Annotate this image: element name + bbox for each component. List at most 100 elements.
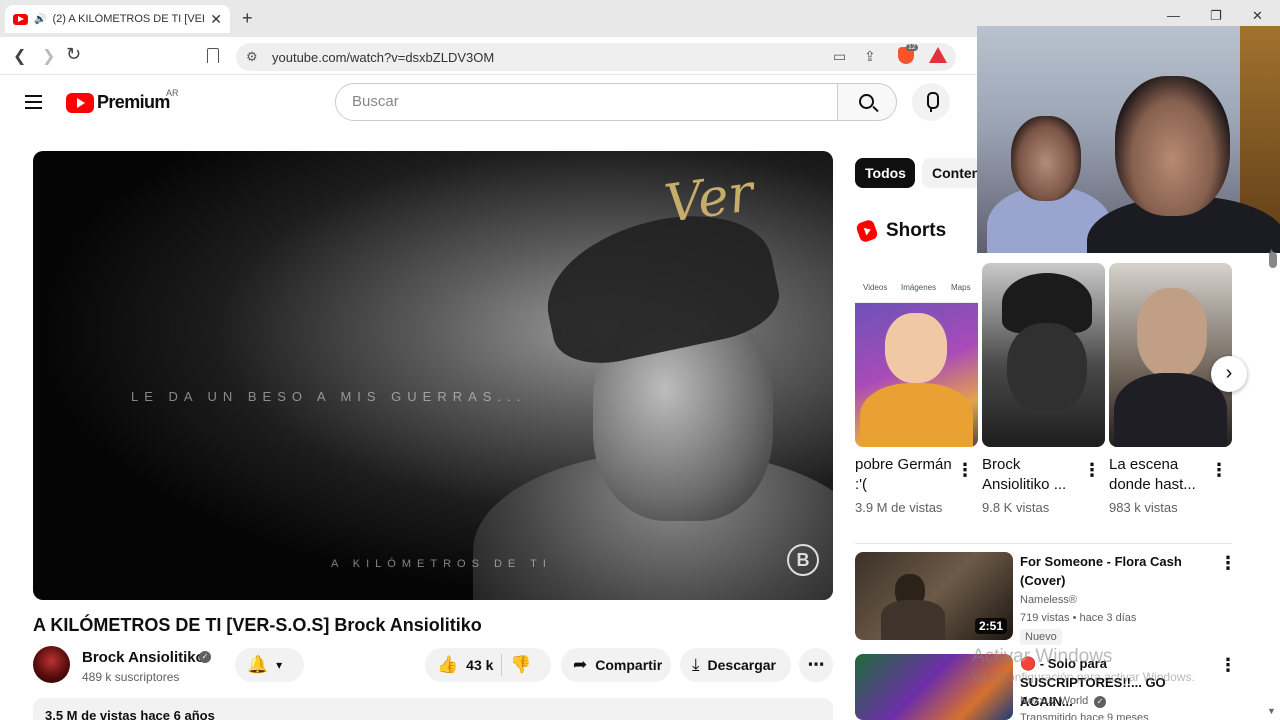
thumb-tab-images: Imágenes xyxy=(901,283,937,292)
short-face xyxy=(885,313,947,383)
scrollbar-thumb[interactable] xyxy=(1269,252,1277,268)
share-icon: ➦ xyxy=(573,655,588,674)
minimize-icon[interactable]: — xyxy=(1167,8,1180,23)
dislike-icon[interactable]: 👎 xyxy=(510,655,531,675)
more-vert-icon[interactable]: ⋮ xyxy=(1210,460,1228,481)
channel-name[interactable]: Brock Ansiolitiko xyxy=(82,649,205,666)
reload-icon[interactable]: ↻ xyxy=(66,44,81,65)
subscription-bell-button[interactable]: 🔔 ▾ xyxy=(235,648,304,682)
scroll-down-icon[interactable]: ▼ xyxy=(1267,706,1276,716)
short-shirt xyxy=(860,383,973,447)
bell-icon: 🔔 xyxy=(247,655,269,674)
site-settings-icon[interactable]: ⚙ xyxy=(246,49,258,65)
url-text: youtube.com/watch?v=dsxbZLDV3OM xyxy=(272,50,495,65)
like-dislike-group: 👍 43 k 👎 xyxy=(425,648,551,682)
duration-badge: 2:51 xyxy=(974,618,1007,634)
recommended-meta: Transmitido hace 9 meses xyxy=(1020,712,1149,720)
short-suit xyxy=(1114,373,1227,447)
share-button[interactable]: ➦ Compartir xyxy=(561,648,671,682)
title-overlay: A KILÓMETROS DE TI xyxy=(331,558,552,570)
voice-search-icon[interactable] xyxy=(912,83,950,121)
screen: 🔊 (2) A KILÓMETROS DE TI [VER ✕ + — ❐ ✕ … xyxy=(0,0,1280,720)
new-tab-icon[interactable]: + xyxy=(242,9,253,27)
like-count[interactable]: 43 k xyxy=(466,657,493,673)
brave-rewards-icon[interactable] xyxy=(929,47,947,63)
cam-person-1 xyxy=(1011,116,1081,201)
short-title[interactable]: La escena donde hast... xyxy=(1109,455,1209,495)
search-button[interactable] xyxy=(837,83,897,121)
thumb-tab-videos: Videos xyxy=(863,283,888,292)
short-views: 3.9 M de vistas xyxy=(855,500,943,515)
restore-icon[interactable]: ❐ xyxy=(1210,8,1222,24)
close-window-icon[interactable]: ✕ xyxy=(1252,8,1263,24)
divider xyxy=(855,543,1232,544)
more-horizontal-icon: ⋯ xyxy=(807,655,825,674)
speaker-icon: 🔊 xyxy=(34,13,47,25)
video-player[interactable]: Ver LE DA UN BESO A MIS GUERRAS... A KIL… xyxy=(33,151,833,600)
forward-icon[interactable]: ❯ xyxy=(42,46,55,66)
avatar[interactable] xyxy=(33,646,70,683)
share-label: Compartir xyxy=(595,657,663,673)
shorts-heading: Shorts xyxy=(886,220,947,241)
more-vert-icon[interactable]: ⋮ xyxy=(1083,460,1101,481)
cast-icon[interactable]: ▭ xyxy=(833,48,846,65)
download-button[interactable]: ⤓ Descargar xyxy=(680,648,791,682)
back-icon[interactable]: ❮ xyxy=(13,46,26,66)
short-thumbnail[interactable] xyxy=(982,263,1105,447)
cam-person-2 xyxy=(1115,76,1230,216)
thumb-guitar xyxy=(881,600,945,640)
download-icon: ⤓ xyxy=(692,655,700,674)
short-title[interactable]: pobre Germán :'( xyxy=(855,455,955,495)
ver-logo: Ver xyxy=(661,163,758,235)
menu-icon[interactable] xyxy=(25,95,42,109)
recommended-meta: 719 vistas • hace 3 días xyxy=(1020,612,1137,624)
shields-count-badge: 12 xyxy=(906,44,918,51)
short-views: 9.8 K vistas xyxy=(982,500,1050,515)
youtube-logo-icon[interactable] xyxy=(66,93,94,113)
short-views: 983 k vistas xyxy=(1109,500,1178,515)
video-thumbnail[interactable]: 2:51 xyxy=(855,552,1013,640)
short-thumb-image xyxy=(855,303,978,447)
more-vert-icon[interactable]: ⋮ xyxy=(1219,655,1237,676)
verified-icon: ✓ xyxy=(1094,696,1106,708)
address-bar[interactable]: ⚙ youtube.com/watch?v=dsxbZLDV3OM ▭ ⇪ xyxy=(236,43,956,71)
channel-watermark: B xyxy=(787,544,819,576)
chevron-right-icon[interactable]: › xyxy=(1211,356,1247,392)
video-title: A KILÓMETROS DE TI [VER-S.O.S] Brock Ans… xyxy=(33,615,482,635)
youtube-favicon-icon xyxy=(13,13,28,25)
recommended-channel[interactable]: Nameless® xyxy=(1020,594,1077,606)
search-input[interactable]: Buscar xyxy=(335,83,838,121)
bookmark-icon[interactable] xyxy=(207,48,219,63)
more-actions-button[interactable]: ⋯ xyxy=(799,648,833,682)
close-tab-icon[interactable]: ✕ xyxy=(210,11,222,28)
download-label: Descargar xyxy=(707,657,777,673)
lyric-overlay: LE DA UN BESO A MIS GUERRAS... xyxy=(131,389,527,404)
webcam-overlay xyxy=(977,26,1280,253)
search-tabs-strip: Videos Imágenes Maps xyxy=(855,263,978,303)
short-title[interactable]: Brock Ansiolitiko ... xyxy=(982,455,1082,495)
more-vert-icon[interactable]: ⋮ xyxy=(1219,553,1237,574)
chip-todos[interactable]: Todos xyxy=(855,158,915,188)
share-page-icon[interactable]: ⇪ xyxy=(864,48,876,65)
browser-tab[interactable]: 🔊 (2) A KILÓMETROS DE TI [VER ✕ xyxy=(5,5,230,33)
activation-watermark: Activar Windows xyxy=(972,646,1113,667)
logo-text[interactable]: Premium xyxy=(97,92,170,113)
like-icon[interactable]: 👍 xyxy=(437,655,458,675)
chevron-down-icon: ▾ xyxy=(276,658,283,672)
short-thumbnail[interactable]: Videos Imágenes Maps xyxy=(855,263,978,447)
thumb-tab-maps: Maps xyxy=(951,283,971,292)
chip-contenido[interactable]: Contenido xyxy=(922,158,982,188)
short-mask xyxy=(1007,323,1087,413)
subscriber-count: 489 k suscriptores xyxy=(82,670,180,684)
more-vert-icon[interactable]: ⋮ xyxy=(956,460,974,481)
recommended-title[interactable]: For Someone - Flora Cash (Cover) xyxy=(1020,552,1210,590)
short-thumbnail[interactable] xyxy=(1109,263,1232,447)
new-badge: Nuevo xyxy=(1020,629,1062,645)
search-icon-handle xyxy=(872,105,879,113)
divider xyxy=(501,654,503,676)
short-face xyxy=(1137,288,1207,378)
description-box[interactable]: 3,5 M de vistas hace 6 años xyxy=(33,698,833,720)
recommended-channel[interactable]: Nexxuz World xyxy=(1020,695,1088,707)
activation-watermark-sub: Ve a Configuración para activar Windows. xyxy=(972,670,1195,684)
tab-title: (2) A KILÓMETROS DE TI [VER xyxy=(52,13,205,25)
